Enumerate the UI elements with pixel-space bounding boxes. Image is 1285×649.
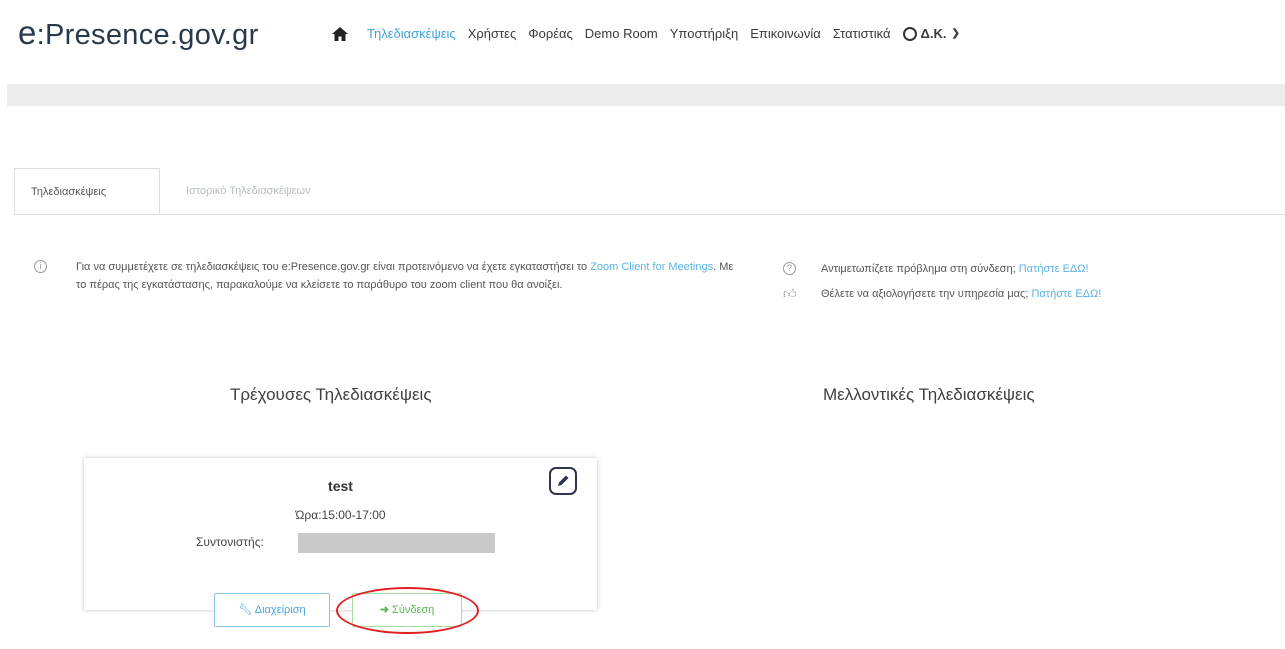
connect-button[interactable]: ➜ Σύνδεση	[352, 593, 462, 627]
edit-button[interactable]	[549, 467, 577, 495]
home-icon[interactable]	[332, 26, 348, 41]
nav-item-teleconferences[interactable]: Τηλεδιασκέψεις	[367, 26, 456, 41]
current-meetings-heading: Τρέχουσες Τηλεδιασκέψεις	[230, 385, 432, 404]
meeting-time: Ώρα:15:00-17:00	[295, 508, 386, 522]
chevron-down-icon: ❯	[951, 28, 960, 39]
tabs-bar: Τηλεδιασκέψεις Ιστορικό Τηλεδιασκέψεων	[14, 168, 1285, 215]
user-icon	[902, 26, 917, 41]
nav-item-demo-room[interactable]: Demo Room	[585, 26, 658, 41]
info-icon: i	[34, 260, 47, 273]
nav-item-contact[interactable]: Επικοινωνία	[750, 26, 821, 41]
site-logo[interactable]: e:Presence.gov.gr	[18, 14, 259, 52]
sign-in-icon: ➜	[379, 604, 389, 616]
nav-item-support[interactable]: Υποστήριξη	[670, 26, 738, 41]
info-text: Για να συμμετέχετε σε τηλεδιασκέψεις του…	[76, 261, 734, 291]
connection-help-row: ? Αντιμετωπίζετε πρόβλημα στη σύνδεση; Π…	[783, 262, 1101, 287]
feedback-row: 👍︎ Θέλετε να αξιολογήσετε την υπηρεσία μ…	[783, 286, 1102, 301]
future-meetings-heading: Μελλοντικές Τηλεδιασκέψεις	[823, 385, 1035, 404]
user-menu[interactable]: Δ.Κ. ❯	[902, 26, 960, 41]
connection-help-link[interactable]: Πατήστε ΕΔΩ!	[1019, 263, 1089, 275]
thumbs-up-icon: 👍︎	[783, 286, 797, 301]
user-name: Δ.Κ.	[920, 26, 947, 41]
help-links: ? Αντιμετωπίζετε πρόβλημα στη σύνδεση; Π…	[783, 262, 1101, 312]
manage-button[interactable]: 🔧︎ Διαχείριση	[214, 593, 330, 627]
wrench-icon: 🔧︎	[238, 604, 253, 616]
nav-item-statistics[interactable]: Στατιστικά	[833, 26, 891, 41]
tab-teleconferences[interactable]: Τηλεδιασκέψεις	[14, 168, 160, 214]
feedback-link[interactable]: Πατήστε ΕΔΩ!	[1031, 288, 1101, 300]
coordinator-label: Συντονιστής:	[196, 535, 264, 549]
nav-item-organization[interactable]: Φορέας	[528, 26, 573, 41]
gray-band	[7, 84, 1285, 106]
nav-item-users[interactable]: Χρήστες	[468, 26, 517, 41]
question-icon: ?	[783, 262, 796, 275]
pencil-icon	[558, 475, 569, 486]
meeting-card: test Ώρα:15:00-17:00 Συντονιστής: 🔧︎ Δια…	[84, 458, 597, 627]
tab-history[interactable]: Ιστορικό Τηλεδιασκέψεων	[170, 168, 327, 214]
zoom-client-link[interactable]: Zoom Client for Meetings	[590, 261, 713, 273]
main-nav: Τηλεδιασκέψεις Χρήστες Φορέας Demo Room …	[332, 26, 972, 41]
redacted-coordinator	[298, 533, 495, 553]
top-navbar: e:Presence.gov.gr Τηλεδιασκέψεις Χρήστες…	[0, 0, 1285, 72]
meeting-title: test	[328, 478, 353, 494]
